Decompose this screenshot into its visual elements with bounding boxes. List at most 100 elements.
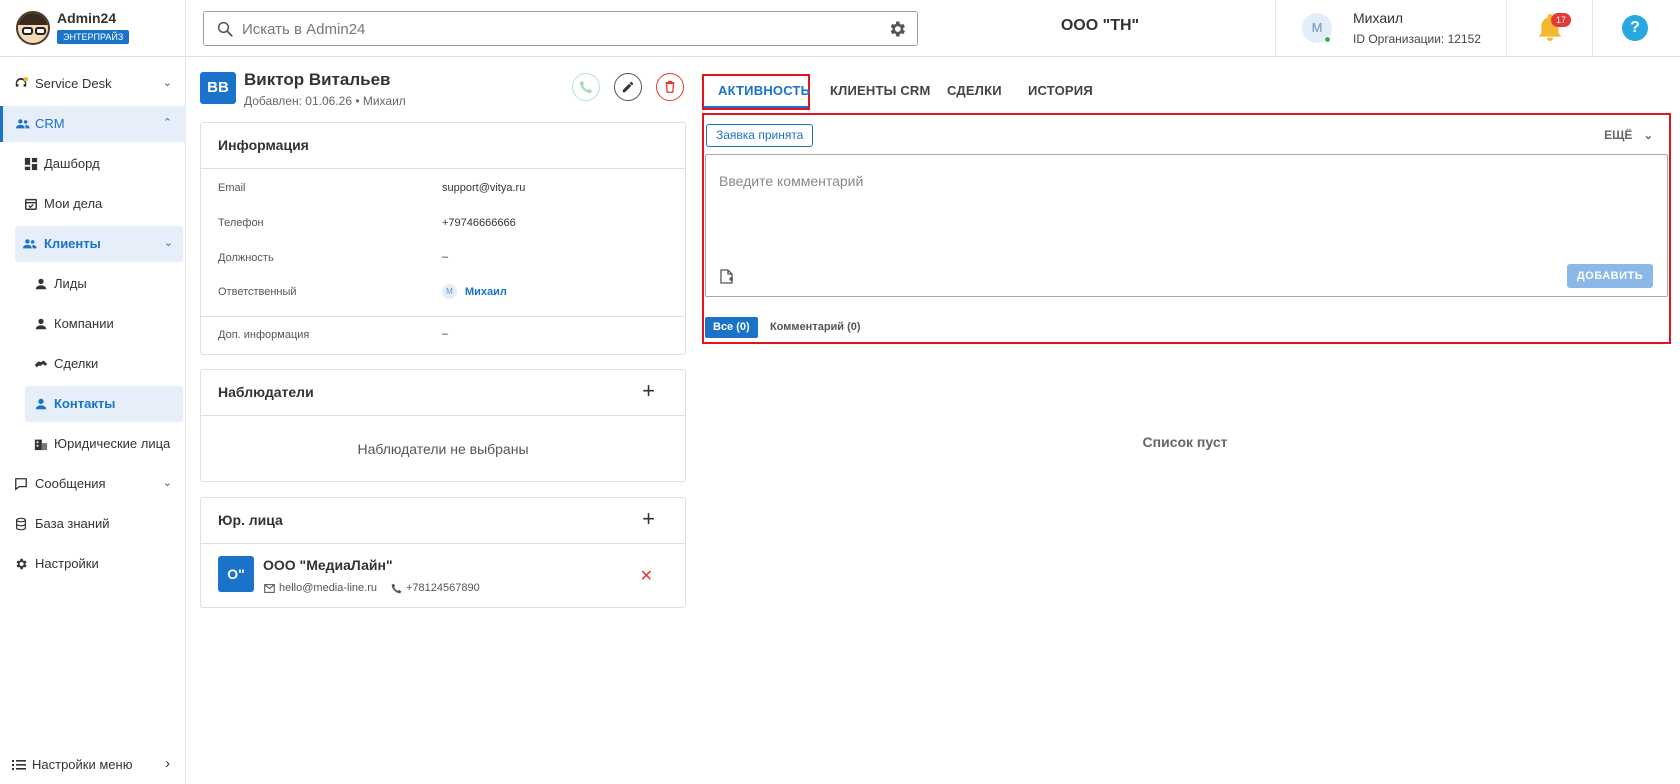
sidebar-item-label: Юридические лица — [54, 436, 171, 451]
sidebar-item-label: База знаний — [35, 516, 110, 531]
add-legal-entity-button[interactable]: + — [642, 508, 655, 530]
email-value[interactable]: support@vitya.ru — [442, 182, 525, 194]
sidebar-item-label: Контакты — [54, 396, 116, 411]
info-card-title: Информация — [218, 137, 309, 153]
contact-header: ВВ Виктор Витальев Добавлен: 01.06.26 • … — [200, 66, 686, 114]
app-root: Admin24 ЭНТЕРПРАЙЗ ООО "ТН" М Михаил ID … — [0, 0, 1680, 784]
menu-settings-button[interactable]: Настройки меню › — [0, 747, 186, 783]
legal-entity-email[interactable]: hello@media-line.ru — [279, 582, 377, 594]
phone-icon — [391, 583, 402, 594]
active-tab-underline — [704, 106, 808, 108]
sidebar-item-label: Мои дела — [44, 196, 103, 211]
calendar-check-icon — [25, 198, 37, 210]
observers-empty-text: Наблюдатели не выбраны — [357, 441, 529, 457]
search-bar[interactable] — [203, 11, 918, 46]
list-icon — [12, 760, 26, 770]
building-icon — [34, 439, 48, 451]
sidebar-item-label: Сделки — [54, 356, 99, 371]
database-icon — [16, 517, 26, 531]
gear-icon[interactable] — [887, 19, 907, 39]
tabs-bar: АКТИВНОСТЬ КЛИЕНТЫ CRM СДЕЛКИ ИСТОРИЯ — [702, 74, 1662, 110]
sidebar-item-my-tasks[interactable]: Мои дела — [0, 186, 186, 222]
sidebar-item-label: Лиды — [54, 276, 87, 291]
delete-button[interactable] — [656, 73, 684, 101]
filter-comments[interactable]: Комментарий (0) — [770, 321, 861, 333]
sidebar-item-messages[interactable]: Сообщения ⌄ — [0, 466, 186, 502]
gear-icon — [16, 558, 27, 570]
sidebar-item-service-desk[interactable]: Service Desk ⌄ — [0, 66, 186, 102]
attach-file-icon[interactable] — [720, 269, 733, 284]
status-chip[interactable]: Заявка принята — [706, 124, 814, 147]
user-org-id: ID Организации: 12152 — [1353, 32, 1481, 46]
menu-settings-label: Настройки меню — [32, 757, 133, 772]
sidebar-item-label: Клиенты — [44, 236, 101, 251]
sidebar-item-label: Компании — [54, 316, 114, 331]
sidebar-item-contacts[interactable]: Контакты — [25, 386, 183, 422]
tab-activity[interactable]: АКТИВНОСТЬ — [718, 83, 810, 98]
activity-panel: Заявка принята ЕЩЁ ⌄ ДОБАВИТЬ Все (0) Ко… — [702, 113, 1671, 344]
tab-history[interactable]: ИСТОРИЯ — [1028, 83, 1093, 98]
sidebar-item-legal-entities[interactable]: Юридические лица — [0, 426, 186, 462]
sidebar-item-label: Сообщения — [35, 476, 106, 491]
phone-label: Телефон — [218, 217, 264, 229]
chevron-down-icon: ⌄ — [1643, 130, 1653, 142]
user-profile[interactable]: М Михаил ID Организации: 12152 — [1275, 0, 1507, 57]
sidebar-item-settings[interactable]: Настройки — [0, 546, 186, 582]
notifications-button[interactable]: 17 — [1507, 0, 1593, 57]
call-button[interactable] — [572, 73, 600, 101]
divider — [201, 415, 685, 416]
responsible-value[interactable]: Михаил — [465, 286, 507, 298]
user-name: Михаил — [1353, 10, 1404, 26]
contact-added-info: Добавлен: 01.06.26 • Михаил — [244, 94, 406, 108]
chevron-up-icon: ⌃ — [162, 117, 172, 129]
sidebar-item-clients[interactable]: Клиенты ⌄ — [15, 226, 183, 262]
pencil-icon — [622, 81, 634, 93]
info-card: Информация Email support@vitya.ru Телефо… — [200, 122, 686, 355]
legal-card-title: Юр. лица — [218, 512, 283, 528]
search-input[interactable] — [242, 18, 842, 40]
trash-icon — [665, 80, 675, 93]
sidebar-item-leads[interactable]: Лиды — [0, 266, 186, 302]
chevron-down-icon: ⌄ — [162, 77, 172, 89]
legal-entity-name[interactable]: ООО "МедиаЛайн" — [263, 557, 393, 573]
users-icon — [16, 119, 30, 129]
phone-value[interactable]: +79746666666 — [442, 217, 516, 229]
legal-entity-phone[interactable]: +78124567890 — [406, 582, 480, 594]
help-icon[interactable]: ? — [1622, 15, 1648, 41]
sidebar-item-deals[interactable]: Сделки — [0, 346, 186, 382]
responsible-avatar: М — [442, 284, 457, 299]
observers-card: Наблюдатели + Наблюдатели не выбраны — [200, 369, 686, 482]
chevron-down-icon: ⌄ — [162, 477, 172, 489]
sidebar-item-label: Service Desk — [35, 76, 112, 91]
sidebar-item-knowledge-base[interactable]: База знаний — [0, 506, 186, 542]
remove-legal-entity-button[interactable]: ✕ — [640, 566, 653, 586]
app-name: Admin24 — [57, 10, 117, 26]
plan-badge: ЭНТЕРПРАЙЗ — [57, 30, 130, 44]
logo-block[interactable]: Admin24 ЭНТЕРПРАЙЗ — [0, 0, 186, 57]
position-label: Должность — [218, 252, 274, 264]
divider — [201, 543, 685, 544]
headset-icon — [15, 77, 28, 87]
comment-input[interactable] — [719, 173, 1619, 233]
edit-button[interactable] — [614, 73, 642, 101]
sidebar-item-crm[interactable]: CRM ⌃ — [0, 106, 186, 142]
more-label: ЕЩЁ — [1604, 128, 1633, 142]
add-comment-button[interactable]: ДОБАВИТЬ — [1567, 264, 1653, 288]
sidebar-item-dashboard[interactable]: Дашборд — [0, 146, 186, 182]
dashboard-icon — [24, 157, 38, 171]
contact-name: Виктор Витальев — [244, 70, 391, 89]
tab-deals[interactable]: СДЕЛКИ — [947, 83, 1002, 98]
filter-all[interactable]: Все (0) — [705, 317, 758, 338]
observers-card-title: Наблюдатели — [218, 384, 314, 400]
person-icon — [35, 278, 47, 290]
phone-icon — [579, 80, 593, 94]
add-observer-button[interactable]: + — [642, 380, 655, 402]
extra-info-label: Доп. информация — [218, 329, 310, 341]
organization-name[interactable]: ООО "ТН" — [1000, 17, 1200, 35]
sidebar-item-companies[interactable]: Компании — [0, 306, 186, 342]
users-icon — [23, 239, 37, 249]
more-dropdown[interactable]: ЕЩЁ ⌄ — [1604, 128, 1653, 142]
online-status-icon — [1324, 36, 1331, 43]
tab-crm-clients[interactable]: КЛИЕНТЫ CRM — [830, 83, 931, 98]
legal-entity-avatar: О" — [218, 556, 254, 592]
